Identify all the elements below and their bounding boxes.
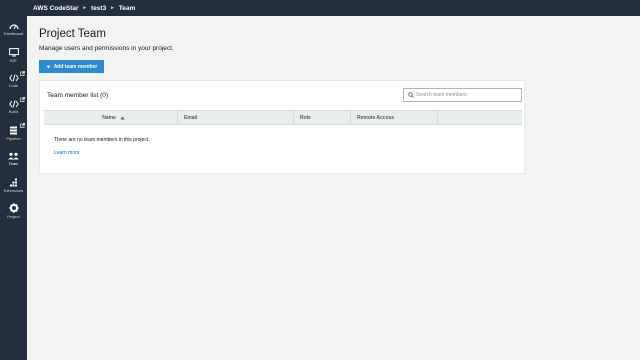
monitor-icon: [8, 47, 19, 56]
sidebar-item-label: Build: [9, 109, 18, 114]
sidebar-item-dashboard[interactable]: Dashboard: [0, 16, 27, 42]
gear-icon: [8, 203, 19, 213]
breadcrumb-project[interactable]: test3: [91, 5, 106, 12]
empty-state-message: There are no team members in this projec…: [54, 137, 150, 143]
external-link-icon: [20, 123, 25, 128]
sidebar-item-extensions[interactable]: Extensions: [0, 172, 27, 198]
search-input[interactable]: [416, 92, 516, 98]
sidebar: Dashboard IDE Code Build Pipeline Team E…: [0, 16, 27, 360]
breadcrumb-separator-icon: ▸: [111, 5, 114, 11]
extensions-icon: [10, 178, 17, 186]
column-header-label: Email: [184, 114, 198, 121]
sort-ascending-icon: [120, 116, 125, 119]
external-link-icon: [20, 71, 25, 76]
sidebar-item-build[interactable]: Build: [0, 94, 27, 120]
sidebar-item-ide[interactable]: IDE: [0, 42, 27, 68]
page-subtitle: Manage users and permissions in your pro…: [39, 45, 174, 52]
column-header-email[interactable]: Email: [178, 111, 294, 124]
column-header-remote-access[interactable]: Remote Access: [351, 111, 438, 124]
add-team-member-button[interactable]: Add team member: [39, 60, 104, 73]
team-member-list-title: Team member list (0): [47, 92, 109, 99]
pipeline-icon: [9, 126, 17, 134]
sidebar-item-project[interactable]: Project: [0, 198, 27, 224]
column-header-role[interactable]: Role: [294, 111, 351, 124]
sidebar-item-label: Project: [7, 214, 20, 219]
learn-more-link[interactable]: Learn more: [54, 150, 80, 156]
column-header-label: Name: [102, 114, 116, 121]
sidebar-item-label: Dashboard: [3, 31, 24, 36]
team-member-panel: Team member list (0) Name Email Role Rem…: [39, 80, 525, 174]
search-icon: [408, 92, 414, 98]
column-header-name[interactable]: Name: [44, 111, 178, 124]
sidebar-item-pipeline[interactable]: Pipeline: [0, 120, 27, 146]
dashboard-icon: [8, 24, 19, 30]
top-navigation-bar: AWS CodeStar ▸ test3 ▸ Team: [0, 0, 640, 16]
sidebar-item-code[interactable]: Code: [0, 68, 27, 94]
search-box[interactable]: [403, 88, 522, 102]
column-header-actions: [438, 111, 522, 124]
chevron-down-icon: [46, 65, 51, 68]
add-team-member-label: Add team member: [53, 63, 98, 70]
team-icon: [8, 152, 19, 160]
external-link-icon: [20, 97, 25, 102]
sidebar-item-label: Code: [8, 83, 19, 88]
sidebar-item-team[interactable]: Team: [0, 146, 27, 172]
sidebar-item-label: IDE: [10, 57, 17, 63]
main-content: Project Team Manage users and permission…: [27, 16, 640, 360]
breadcrumb-separator-icon: ▸: [83, 5, 87, 11]
breadcrumb-service[interactable]: AWS CodeStar: [33, 5, 79, 12]
column-header-label: Remote Access: [357, 114, 395, 121]
column-header-label: Role: [300, 114, 311, 121]
code-icon: [8, 74, 19, 82]
breadcrumb-current-page: Team: [118, 4, 136, 12]
sidebar-item-label: Pipeline: [6, 135, 21, 141]
table-header: Name Email Role Remote Access: [44, 110, 522, 125]
page-title: Project Team: [39, 28, 106, 40]
code-icon: [8, 100, 19, 108]
sidebar-item-label: Team: [8, 161, 19, 166]
sidebar-item-label: Extensions: [3, 187, 24, 193]
